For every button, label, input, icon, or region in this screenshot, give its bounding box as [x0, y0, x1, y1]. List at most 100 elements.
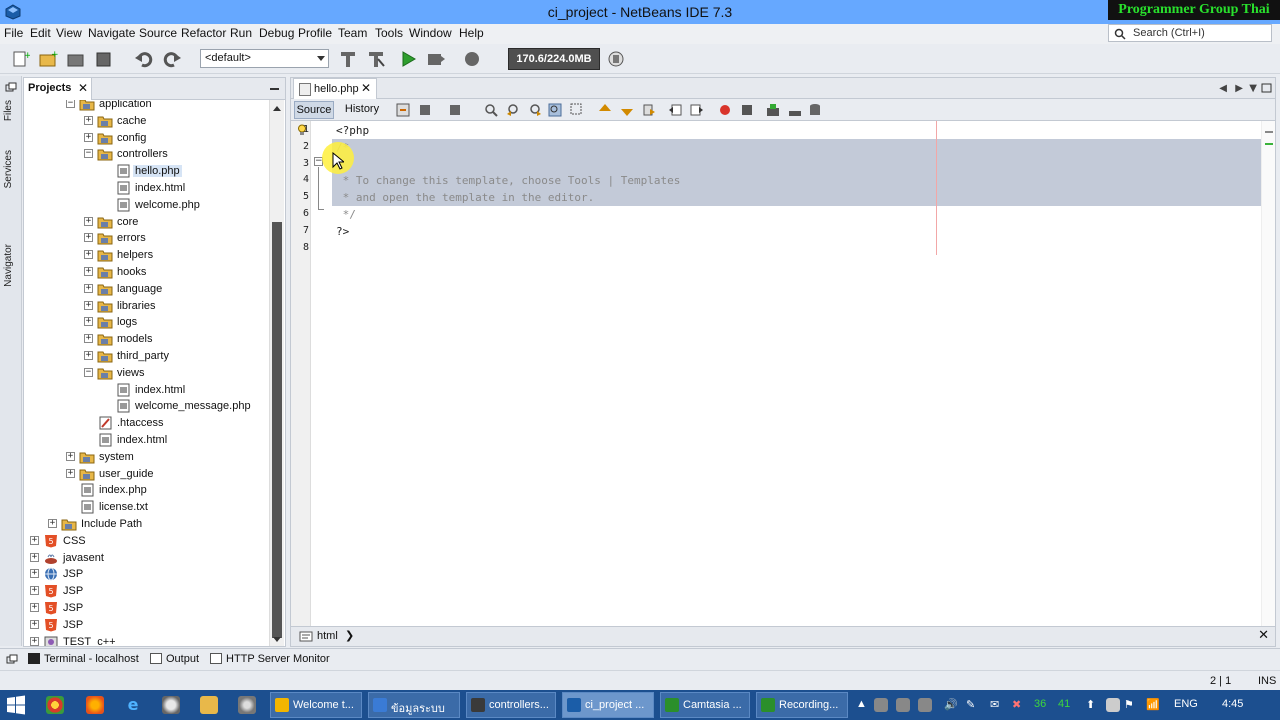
- tree-item[interactable]: index.html: [24, 180, 269, 197]
- tray-icon-3[interactable]: [918, 698, 932, 712]
- expand-icon[interactable]: +: [84, 300, 93, 310]
- expand-icon[interactable]: +: [84, 334, 93, 344]
- expand-icon[interactable]: +: [30, 535, 39, 545]
- expand-icon[interactable]: +: [84, 267, 93, 276]
- chrome-icon[interactable]: [46, 696, 64, 714]
- tab-http-server-monitor[interactable]: HTTP Server Monitor: [210, 653, 330, 665]
- code-line[interactable]: <?php: [332, 122, 1261, 139]
- wifi-icon[interactable]: 📶: [1146, 698, 1160, 711]
- undo-icon[interactable]: [134, 50, 154, 68]
- menu-item-edit[interactable]: Edit: [30, 26, 51, 40]
- tray-expand-icon[interactable]: ▲: [856, 698, 867, 710]
- tree-item[interactable]: +5 JSP: [24, 617, 269, 634]
- build-hammer-icon[interactable]: [338, 50, 358, 68]
- tab-terminal[interactable]: Terminal - localhost: [28, 653, 139, 665]
- internet-explorer-icon[interactable]: e: [124, 696, 142, 714]
- tree-item[interactable]: + config: [24, 130, 269, 147]
- tree-item[interactable]: +5 JSP: [24, 583, 269, 600]
- tree-item[interactable]: + JSP: [24, 566, 269, 583]
- menu-item-team[interactable]: Team: [338, 26, 367, 40]
- menu-item-navigate[interactable]: Navigate: [88, 26, 135, 40]
- tree-item[interactable]: + TEST_c++: [24, 634, 269, 646]
- expand-icon[interactable]: +: [84, 132, 93, 142]
- tree-item[interactable]: − views: [24, 365, 269, 382]
- next-bookmark-icon[interactable]: [620, 103, 634, 117]
- find-selection-icon[interactable]: [484, 103, 498, 117]
- expand-icon[interactable]: +: [48, 519, 57, 528]
- collapse-icon[interactable]: −: [66, 100, 75, 108]
- tree-item[interactable]: + hooks: [24, 264, 269, 281]
- expand-icon[interactable]: +: [84, 351, 93, 360]
- redo-icon[interactable]: [162, 50, 182, 68]
- scrollbar-thumb[interactable]: [272, 222, 282, 638]
- tab-list-icon[interactable]: ▼: [1249, 83, 1257, 94]
- tree-item[interactable]: license.txt: [24, 499, 269, 516]
- tray-icon-1[interactable]: [874, 698, 888, 712]
- tab-projects[interactable]: Projects ✕: [24, 78, 92, 100]
- menu-item-profile[interactable]: Profile: [298, 26, 332, 40]
- firefox-icon[interactable]: [86, 696, 104, 714]
- prev-bookmark-icon[interactable]: [598, 103, 612, 117]
- projects-scrollbar[interactable]: [269, 100, 284, 646]
- tree-item[interactable]: hello.php: [24, 163, 269, 180]
- tree-item[interactable]: + Include Path: [24, 516, 269, 533]
- expand-icon[interactable]: +: [84, 115, 93, 125]
- tab-hello-php[interactable]: hello.php ✕: [293, 78, 377, 99]
- shift-right-icon[interactable]: [690, 103, 704, 117]
- menu-item-help[interactable]: Help: [459, 26, 484, 40]
- expand-icon[interactable]: +: [30, 586, 39, 596]
- taskbar-task-button[interactable]: controllers...: [466, 692, 556, 718]
- tree-item[interactable]: + models: [24, 331, 269, 348]
- scroll-up-icon[interactable]: [273, 106, 281, 111]
- tree-item[interactable]: − application: [24, 100, 269, 113]
- tree-item[interactable]: + core: [24, 214, 269, 231]
- code-line[interactable]: * To change this template, choose Tools …: [332, 172, 1261, 190]
- scroll-right-icon[interactable]: ▶: [1235, 83, 1243, 94]
- debug-icon[interactable]: [426, 50, 446, 68]
- tray-icon-5[interactable]: ✉: [990, 698, 999, 711]
- history-button[interactable]: History: [341, 101, 383, 119]
- new-file-icon[interactable]: +: [10, 50, 30, 68]
- windows-start-icon[interactable]: [6, 695, 26, 715]
- clean-build-icon[interactable]: [366, 50, 386, 68]
- error-stripe[interactable]: [1261, 121, 1275, 627]
- tray-icon-2[interactable]: [896, 698, 910, 712]
- flag-icon[interactable]: ⚑: [1124, 698, 1134, 711]
- expand-icon[interactable]: +: [84, 283, 93, 293]
- expand-icon[interactable]: +: [84, 216, 93, 226]
- rect-select-icon[interactable]: [570, 103, 584, 117]
- save-all-icon[interactable]: [94, 50, 114, 68]
- code-line[interactable]: [332, 155, 1261, 173]
- tree-item[interactable]: + language: [24, 281, 269, 298]
- tray-icon-7[interactable]: ⬆: [1086, 698, 1095, 711]
- code-line[interactable]: */: [332, 206, 1261, 223]
- tree-item[interactable]: +5 CSS: [24, 533, 269, 550]
- maximize-icon[interactable]: [1261, 83, 1272, 93]
- taskbar-task-button[interactable]: ข้อมูลระบบ: [368, 692, 460, 718]
- clock[interactable]: 4:45: [1222, 698, 1243, 710]
- tree-item[interactable]: index.php: [24, 482, 269, 499]
- code-line[interactable]: [332, 240, 1261, 257]
- tree-item[interactable]: .htaccess: [24, 415, 269, 432]
- code-line[interactable]: /*: [332, 138, 1261, 156]
- tree-item[interactable]: index.html: [24, 382, 269, 399]
- menu-item-view[interactable]: View: [56, 26, 82, 40]
- files-side-tab[interactable]: Files: [3, 100, 19, 121]
- code-line[interactable]: ?>: [332, 223, 1261, 240]
- comment-icon[interactable]: [788, 103, 802, 117]
- find-previous-icon[interactable]: [506, 103, 520, 117]
- expand-icon[interactable]: +: [30, 603, 39, 612]
- close-icon[interactable]: ✕: [1258, 628, 1269, 643]
- tree-item[interactable]: + user_guide: [24, 466, 269, 483]
- stop-macro-icon[interactable]: [740, 103, 754, 117]
- search-input[interactable]: Search (Ctrl+I): [1108, 24, 1272, 42]
- collapse-icon[interactable]: −: [84, 149, 93, 159]
- taskbar-task-button[interactable]: Camtasia ...: [660, 692, 750, 718]
- expand-icon[interactable]: +: [30, 619, 39, 629]
- record-macro-icon[interactable]: [718, 103, 732, 117]
- start-profiling-icon[interactable]: [766, 103, 780, 117]
- scroll-down-icon[interactable]: [273, 637, 281, 642]
- file-explorer-icon[interactable]: [200, 696, 218, 714]
- run-icon[interactable]: [398, 50, 418, 68]
- tree-item[interactable]: + helpers: [24, 247, 269, 264]
